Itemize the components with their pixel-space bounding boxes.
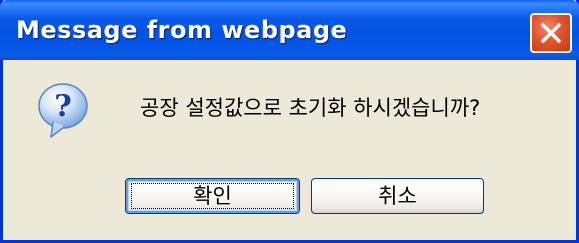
dialog-message: 공장 설정값으로 초기화 하시겠습니까?: [140, 96, 481, 120]
title-bar[interactable]: Message from webpage: [0, 0, 579, 60]
ok-button-label: 확인: [193, 184, 232, 208]
cancel-button[interactable]: 취소: [311, 178, 484, 214]
svg-text:?: ?: [54, 89, 72, 124]
ok-button[interactable]: 확인: [125, 178, 300, 214]
message-dialog: Message from webpage ? 공장 설정값으로 초기화 하시겠습…: [0, 0, 579, 243]
dialog-body: ? 공장 설정값으로 초기화 하시겠습니까? 확인 취소: [3, 60, 576, 240]
question-icon: ?: [37, 82, 89, 142]
cancel-button-label: 취소: [378, 184, 417, 208]
window-title: Message from webpage: [16, 16, 348, 44]
close-icon: [541, 23, 561, 43]
close-button[interactable]: [530, 13, 572, 53]
